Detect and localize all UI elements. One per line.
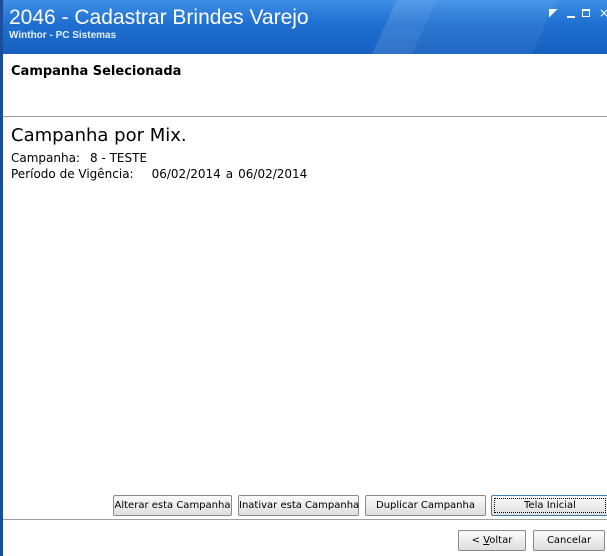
restore-button[interactable] [546, 6, 560, 20]
home-screen-button[interactable]: Tela Inicial [491, 495, 607, 516]
maximize-icon [582, 9, 590, 17]
window-title: 2046 - Cadastrar Brindes Varejo [9, 6, 309, 29]
window-subtitle: Winthor - PC Sistemas [9, 30, 117, 41]
period-separator: a [225, 167, 234, 181]
edit-campaign-button[interactable]: Alterar esta Campanha [113, 495, 232, 516]
campaign-value: 8 - TESTE [90, 151, 148, 165]
minimize-icon [567, 16, 575, 18]
campaign-type-heading: Campanha por Mix. [11, 125, 187, 146]
footer-divider [3, 519, 607, 520]
period-start-date: 06/02/2014 [151, 167, 221, 181]
close-icon: × [599, 6, 607, 20]
duplicate-campaign-button[interactable]: Duplicar Campanha [365, 495, 486, 516]
campaign-details: Campanha por Mix. Campanha: 8 - TESTE Per… [3, 117, 607, 489]
home-screen-label: Tela Inicial [524, 500, 576, 511]
back-button[interactable]: < Voltar [458, 530, 526, 551]
campaign-line: Campanha: 8 - TESTE [11, 151, 147, 165]
section-title: Campanha Selecionada [11, 64, 182, 79]
restore-icon [548, 9, 558, 18]
deactivate-campaign-button[interactable]: Inativar esta Campanha [238, 495, 359, 516]
title-bar[interactable]: 2046 - Cadastrar Brindes Varejo Winthor … [3, 0, 607, 54]
period-label: Período de Vigência: [11, 167, 134, 181]
minimize-button[interactable] [564, 6, 578, 20]
close-button[interactable]: × [597, 6, 607, 20]
period-line: Período de Vigência: 06/02/2014 a 06/02/201… [11, 167, 307, 181]
main-window: 2046 - Cadastrar Brindes Varejo Winthor … [0, 0, 607, 556]
back-prefix: < [471, 535, 484, 546]
maximize-button[interactable] [579, 6, 593, 20]
header-section: Campanha Selecionada [3, 54, 607, 117]
back-label-rest: oltar [489, 535, 513, 546]
cancel-button[interactable]: Cancelar [533, 530, 605, 551]
campaign-label: Campanha: [11, 151, 80, 165]
period-end-date: 06/02/2014 [238, 167, 308, 181]
